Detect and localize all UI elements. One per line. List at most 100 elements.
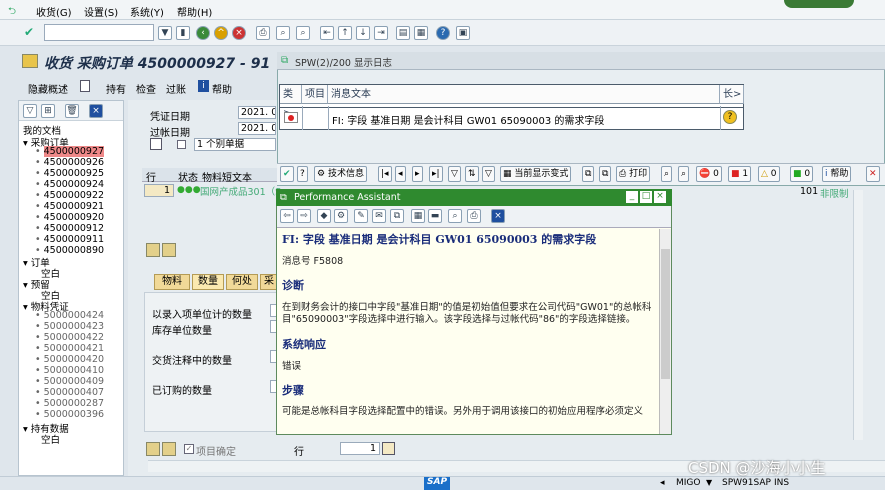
next-page-icon[interactable]: ↓ (356, 26, 370, 40)
menu-system[interactable]: 系统(Y) (130, 4, 164, 19)
enter-icon[interactable]: ✔ (22, 26, 36, 40)
item-ok-checkbox[interactable]: ✓ (184, 444, 194, 454)
log-close-icon[interactable]: ✕ (866, 166, 880, 182)
delete-icon[interactable]: 🗑 (65, 104, 79, 118)
pa-close-icon[interactable]: × (654, 191, 666, 203)
first-icon[interactable]: |◂ (378, 166, 392, 182)
po-item[interactable]: • 4500000920 (35, 212, 104, 223)
last-icon[interactable]: ▸| (429, 166, 443, 182)
tab-where[interactable]: 何处 (226, 274, 258, 290)
help-icon[interactable]: ? (436, 26, 450, 40)
row-field[interactable]: 1 (340, 442, 380, 455)
matdoc-item[interactable]: • 5000000423 (35, 321, 104, 332)
expand-icon[interactable]: ⊞ (41, 104, 55, 118)
print-slip-icon[interactable] (150, 138, 162, 150)
log-row[interactable]: FI: 字段 基准日期 是会计科目 GW01 65090003 的需求字段 ? (280, 107, 743, 127)
pa-edit-icon[interactable]: ✎ (354, 209, 368, 223)
copy-icon[interactable]: ⧉ (582, 166, 595, 182)
col-long[interactable]: 长> (720, 85, 744, 104)
pa-maximize-icon[interactable]: □ (640, 191, 652, 203)
pa-scrollbar[interactable] (659, 229, 671, 434)
filter-icon[interactable]: ▽ (448, 166, 461, 182)
matdoc-item[interactable]: • 5000000422 (35, 332, 104, 343)
confirm-icon[interactable]: ✔ (280, 166, 294, 182)
check-button[interactable]: 检查 (136, 81, 156, 96)
menu-help[interactable]: 帮助(H) (177, 4, 212, 19)
tab-material[interactable]: 物料 (154, 274, 190, 290)
doc-date-field[interactable]: 2021. 0 (238, 106, 276, 119)
filter-icon[interactable]: ▽ (23, 104, 37, 118)
log-help-button[interactable]: i 帮助 (822, 166, 852, 182)
pa-print-icon[interactable]: ⎙ (467, 209, 481, 223)
info-icon[interactable]: i (198, 80, 209, 92)
po-item[interactable]: • 4500000922 (35, 190, 104, 201)
pa-scroll-thumb[interactable] (661, 249, 670, 379)
pa-find-icon[interactable]: ⌕ (448, 209, 462, 223)
matdoc-item[interactable]: • 5000000407 (35, 387, 104, 398)
find-next-icon[interactable]: ⌕ (678, 166, 690, 182)
new-session-icon[interactable]: ▤ (396, 26, 410, 40)
pa-forward-icon[interactable]: ⇨ (297, 209, 311, 223)
pa-exit-icon[interactable]: × (491, 209, 505, 223)
matdoc-item[interactable]: • 5000000409 (35, 376, 104, 387)
success-filter-button[interactable]: ■ 0 (790, 166, 814, 182)
slip-checkbox[interactable] (177, 140, 186, 149)
find-icon[interactable]: ⌕ (276, 26, 290, 40)
warning-filter-button[interactable]: △ 0 (758, 166, 780, 182)
window-control-tab[interactable] (784, 0, 854, 8)
matdoc-item[interactable]: • 5000000410 (35, 365, 104, 376)
layout-icon[interactable]: ▣ (456, 26, 470, 40)
matdoc-item[interactable]: • 5000000287 (35, 398, 104, 409)
find-next-icon[interactable]: ⌕ (296, 26, 310, 40)
cancel-icon[interactable]: × (232, 26, 246, 40)
matdoc-item[interactable]: • 5000000396 (35, 409, 104, 420)
pa-back-icon[interactable]: ⇦ (280, 209, 294, 223)
slip-select[interactable]: 1 个别单据 (194, 138, 276, 151)
detail-icon[interactable] (146, 243, 160, 257)
stop-filter-button[interactable]: ⛔ 0 (696, 166, 722, 182)
row-number[interactable]: 1 (144, 184, 174, 197)
back-icon[interactable]: ‹ (196, 26, 210, 40)
save-icon[interactable]: ▮ (176, 26, 190, 40)
sort-icon[interactable]: ⇅ (465, 166, 479, 182)
po-item[interactable]: • 4500000926 (35, 157, 104, 168)
pa-note-icon[interactable]: ✉ (372, 209, 386, 223)
prev-icon[interactable]: ◂ (395, 166, 406, 182)
pa-display-icon[interactable]: ▬ (428, 209, 442, 223)
print-icon[interactable]: ⎙ (256, 26, 270, 40)
status-dropdown-icon[interactable]: ▼ (706, 478, 712, 487)
pa-grid-icon[interactable]: ▦ (411, 209, 425, 223)
po-item[interactable]: • 4500000911 (35, 234, 104, 245)
row-mattext[interactable]: 国网产成品301（S (200, 184, 281, 198)
paste-icon[interactable]: ⧉ (599, 166, 612, 182)
exit-icon[interactable]: ^ (214, 26, 228, 40)
main-scrollbar[interactable] (853, 190, 863, 440)
tech-info-button[interactable]: ⚙ 技术信息 (314, 166, 367, 182)
sum-icon[interactable]: ▽ (482, 166, 495, 182)
prev-page-icon[interactable]: ↑ (338, 26, 352, 40)
longtext-icon[interactable]: ? (723, 110, 737, 124)
po-item[interactable]: • 4500000924 (35, 179, 104, 190)
menu-settings[interactable]: 设置(S) (84, 4, 118, 19)
po-item[interactable]: • 4500000921 (35, 201, 104, 212)
matdoc-item[interactable]: • 5000000420 (35, 354, 104, 365)
item-nav-icon[interactable] (146, 442, 160, 456)
col-item[interactable]: 项目 (302, 85, 328, 104)
tab-quantity[interactable]: 数量 (192, 274, 224, 290)
post-button[interactable]: 过账 (166, 81, 186, 96)
pa-bookmark-icon[interactable]: ◆ (317, 209, 331, 223)
hide-overview-button[interactable]: 隐藏概述 (28, 81, 68, 96)
new-doc-icon[interactable] (80, 80, 90, 92)
pa-minimize-icon[interactable]: _ (626, 191, 638, 203)
detail-icon[interactable]: ? (297, 166, 308, 182)
detail-filter-icon[interactable] (162, 243, 176, 257)
close-tree-icon[interactable]: × (89, 104, 103, 118)
pa-copy-icon[interactable]: ⧉ (390, 209, 404, 223)
col-message[interactable]: 消息文本 (328, 85, 720, 104)
po-item[interactable]: • 4500000927 (35, 146, 105, 157)
row-goto-icon[interactable] (382, 442, 395, 455)
menu-receipt[interactable]: 收货(G) (36, 4, 72, 19)
command-field[interactable] (44, 24, 154, 41)
matdoc-item[interactable]: • 5000000421 (35, 343, 104, 354)
matdoc-item[interactable]: • 5000000424 (35, 310, 104, 321)
